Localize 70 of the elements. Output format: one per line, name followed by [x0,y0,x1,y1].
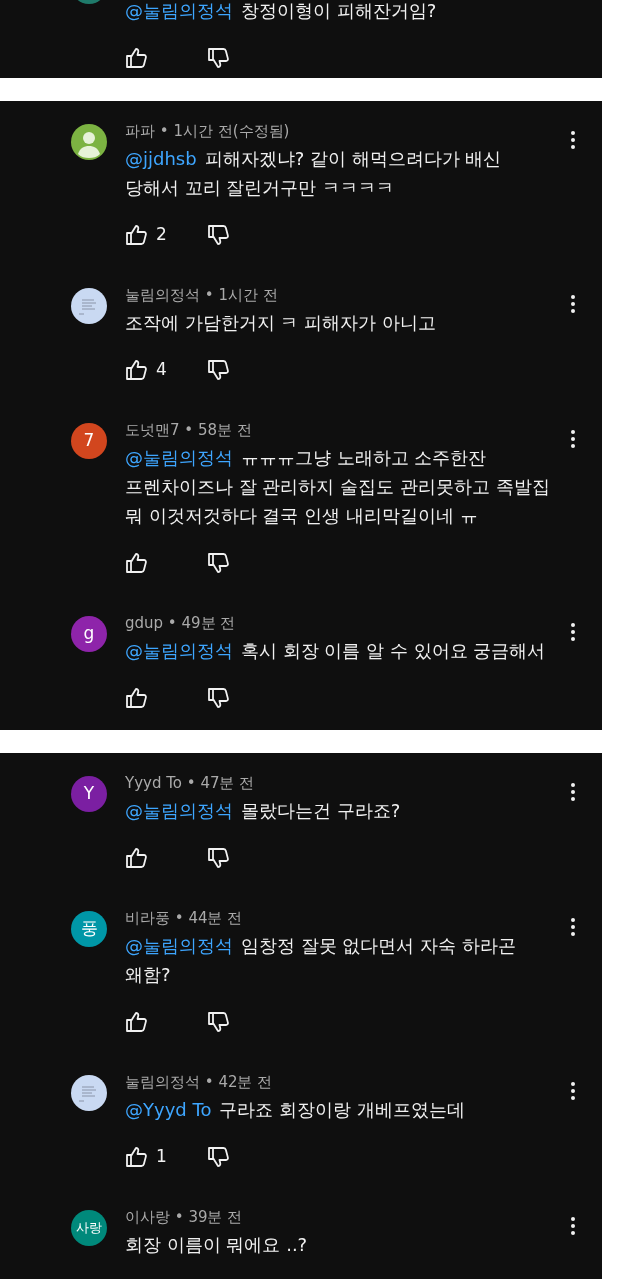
mention-link[interactable]: @눌림의정석 [125,0,233,21]
comment-text: @눌림의정석 창정이형이 피해잔거임? [125,0,438,23]
like-count: 1 [156,1145,167,1169]
comment-text: @눌림의정석 ㅠㅠㅠ그냥 노래하고 소주한잔 프렌차이즈나 잘 관리하지 술집도 관리못하고 족발집 뭐 이것저것하다 결국 인생 내리막길이네 ㅠ [125,446,551,528]
dislike-button[interactable] [207,47,230,69]
comment-text: @눌림의정석 혹시 회장 이름 알 수 있어요 궁금해서 [125,639,547,663]
like-button[interactable]: 4 [125,357,207,383]
more-icon [570,621,576,642]
avatar-icon[interactable] [71,1075,107,1111]
avatar[interactable]: Y [71,776,107,812]
more-icon [570,916,576,937]
thumbs-down-icon [207,359,230,381]
comment-meta: 눌림의정석 • 42분 전 [125,1072,274,1092]
avatar[interactable]: 사랑 [71,1210,107,1246]
avatar-icon[interactable] [71,124,107,160]
dislike-button[interactable] [207,552,230,574]
mention-link[interactable]: @눌림의정석 [125,640,233,661]
thumbs-up-icon [125,1146,148,1168]
comment-text: @jjdhsb 피해자겠냐? 같이 해먹으려다가 배신 당해서 꼬리 잘린거구만 ㅋㅋㅋㅋ [125,147,503,200]
mention-link[interactable]: @눌림의정석 [125,800,233,821]
avatar-icon[interactable] [71,288,107,324]
dislike-button[interactable] [207,224,230,246]
comment-meta: 도넛맨7 • 58분 전 [125,420,253,440]
like-button[interactable]: 2 [125,222,207,248]
mention-link[interactable]: @눌림의정석 [125,935,233,956]
thumbs-down-icon [207,552,230,574]
comment-meta: 눌림의정석 • 1시간 전 [125,285,279,305]
comment-meta: gdup • 49분 전 [125,613,237,633]
dislike-button[interactable] [207,359,230,381]
more-icon [570,1080,576,1101]
comment-text: 회장 이름이 뭐에요 ..? [125,1233,309,1257]
thumbs-down-icon [207,687,230,709]
avatar[interactable]: 7 [71,423,107,459]
dislike-button[interactable] [207,847,230,869]
like-count: 2 [156,223,167,247]
thumbs-up-icon [125,687,148,709]
like-button[interactable]: 1 [125,1144,207,1170]
avatar[interactable]: 풍 [71,911,107,947]
thumbs-up-icon [125,224,148,246]
thumbs-down-icon [207,1146,230,1168]
thumbs-up-icon [125,847,148,869]
comment-meta: 이사랑 • 39분 전 [125,1207,244,1227]
more-icon [570,781,576,802]
comment-text: @눌림의정석 몰랐다는건 구라죠? [125,799,402,823]
thumbs-down-icon [207,1011,230,1033]
more-icon [570,129,576,150]
comment-text: 조작에 가담한거지 ㅋ 피해자가 아니고 [125,311,437,335]
comment-meta: 파파 • 1시간 전(수정됨) [125,121,291,141]
thumbs-down-icon [207,224,230,246]
thumbs-down-icon [207,847,230,869]
thumbs-up-icon [125,47,148,69]
more-icon [570,1215,576,1236]
avatar[interactable]: g [71,616,107,652]
mention-link[interactable]: @jjdhsb [125,148,197,169]
mention-link[interactable]: @Yyyd To [125,1099,212,1120]
thumbs-up-icon [125,1011,148,1033]
thumbs-down-icon [207,47,230,69]
more-icon [570,293,576,314]
dislike-button[interactable] [207,1011,230,1033]
dislike-button[interactable] [207,687,230,709]
dislike-button[interactable] [207,1146,230,1168]
more-icon [570,428,576,449]
comment-meta: 비라풍 • 44분 전 [125,908,244,928]
comment-text: @눌림의정석 임창정 잘못 없다면서 자숙 하라곤 왜함? [125,934,517,987]
comment-meta: Yyyd To • 47분 전 [125,773,256,793]
like-count: 4 [156,358,167,382]
comment-text: @Yyyd To 구라죠 회장이랑 개베프였는데 [125,1098,466,1122]
mention-link[interactable]: @눌림의정석 [125,447,233,468]
thumbs-up-icon [125,359,148,381]
thumbs-up-icon [125,552,148,574]
